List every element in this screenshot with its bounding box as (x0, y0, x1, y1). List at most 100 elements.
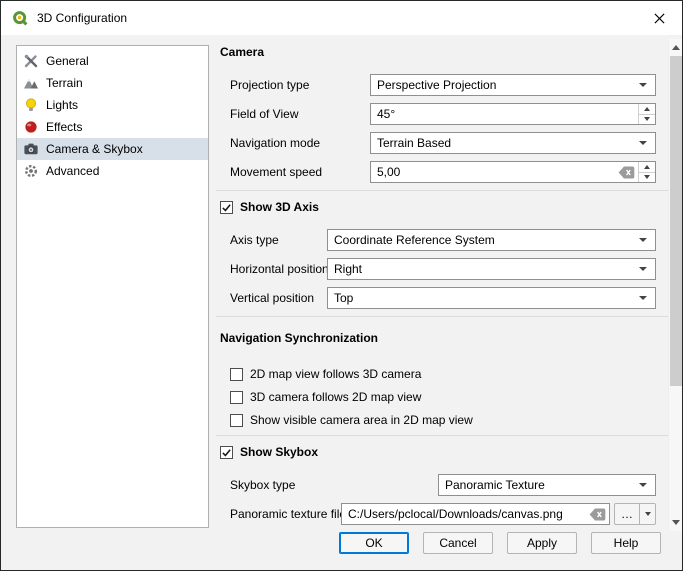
field-of-view-spinner[interactable]: 45° (370, 103, 656, 125)
close-icon (654, 13, 665, 24)
axis-type-select[interactable]: Coordinate Reference System (327, 229, 656, 251)
help-button[interactable]: Help (591, 532, 661, 554)
spin-up-button[interactable] (639, 162, 655, 173)
skybox-type-select[interactable]: Panoramic Texture (438, 474, 656, 496)
sync-3d-follows-2d-row: 3D camera follows 2D map view (230, 389, 656, 405)
arrow-up-icon (672, 45, 680, 50)
sync-3d-follows-2d-label[interactable]: 3D camera follows 2D map view (250, 390, 421, 404)
sidebar-item-label: Advanced (46, 164, 99, 178)
movement-speed-row: Movement speed 5,00 (230, 161, 656, 183)
camera-section-title: Camera (220, 45, 668, 60)
lightbulb-icon (23, 97, 39, 113)
spinner-buttons (638, 162, 655, 182)
axis-type-label: Axis type (230, 233, 327, 247)
window-title: 3D Configuration (37, 11, 127, 25)
camera-icon (23, 141, 39, 157)
projection-type-row: Projection type Perspective Projection (230, 74, 656, 96)
vertical-position-label: Vertical position (230, 291, 327, 305)
horizontal-position-value: Right (328, 262, 639, 276)
horizontal-position-row: Horizontal position Right (230, 258, 656, 280)
sidebar-item-lights[interactable]: Lights (17, 94, 208, 116)
arrow-up-icon (644, 107, 650, 111)
scrollbar-down-button[interactable] (669, 514, 683, 531)
movement-speed-spinner[interactable]: 5,00 (370, 161, 656, 183)
spinner-buttons (638, 104, 655, 124)
spin-down-button[interactable] (639, 173, 655, 183)
chevron-down-icon (645, 512, 651, 516)
field-of-view-label: Field of View (230, 107, 370, 121)
navigation-sync-title: Navigation Synchronization (220, 325, 668, 340)
sidebar-item-effects[interactable]: Effects (17, 116, 208, 138)
navigation-mode-select[interactable]: Terrain Based (370, 132, 656, 154)
projection-type-value: Perspective Projection (371, 78, 639, 92)
clear-icon[interactable] (589, 508, 606, 521)
close-button[interactable] (637, 1, 682, 35)
chevron-down-icon (639, 83, 647, 87)
panoramic-texture-label: Panoramic texture file (230, 507, 341, 521)
vertical-position-row: Vertical position Top (230, 287, 656, 309)
sidebar-item-terrain[interactable]: Terrain (17, 72, 208, 94)
sidebar-item-camera-skybox[interactable]: Camera & Skybox (17, 138, 208, 160)
navigation-sync-section: Navigation Synchronization 2D map view f… (216, 316, 668, 428)
show-camera-area-checkbox[interactable] (230, 414, 243, 427)
panoramic-texture-input[interactable]: C:/Users/pclocal/Downloads/canvas.png (341, 503, 610, 525)
dialog-button-box: OK Cancel Apply Help (1, 531, 682, 565)
sync-2d-follows-3d-checkbox[interactable] (230, 368, 243, 381)
chevron-down-icon (639, 238, 647, 242)
navigation-mode-value: Terrain Based (371, 136, 639, 150)
skybox-type-value: Panoramic Texture (439, 478, 639, 492)
sidebar-item-label: Camera & Skybox (46, 142, 143, 156)
sidebar-item-general[interactable]: General (17, 50, 208, 72)
spin-down-button[interactable] (639, 115, 655, 125)
effects-icon (23, 119, 39, 135)
panoramic-texture-value: C:/Users/pclocal/Downloads/canvas.png (342, 507, 589, 521)
sidebar-item-label: Lights (46, 98, 78, 112)
sidebar-item-label: Terrain (46, 76, 83, 90)
panel-scrollbar[interactable] (668, 39, 682, 531)
chevron-down-icon (639, 267, 647, 271)
projection-type-select[interactable]: Perspective Projection (370, 74, 656, 96)
show-3d-axis-title[interactable]: Show 3D Axis (240, 200, 319, 214)
show-3d-axis-section: Show 3D Axis Axis type Coordinate Refere… (216, 190, 668, 309)
file-browse-split-button: … (614, 503, 656, 525)
movement-speed-value: 5,00 (371, 165, 618, 179)
show-skybox-checkbox[interactable] (220, 446, 233, 459)
qgis-logo-icon (12, 10, 28, 26)
sync-2d-follows-3d-label[interactable]: 2D map view follows 3D camera (250, 367, 421, 381)
ok-button[interactable]: OK (339, 532, 409, 554)
sidebar-item-label: General (46, 54, 89, 68)
show-skybox-section: Show Skybox Skybox type Panoramic Textur… (216, 435, 668, 525)
arrow-down-icon (644, 117, 650, 121)
settings-category-list: General Terrain Lights Effects (16, 45, 209, 528)
sync-3d-follows-2d-checkbox[interactable] (230, 391, 243, 404)
movement-speed-label: Movement speed (230, 165, 370, 179)
vertical-position-select[interactable]: Top (327, 287, 656, 309)
field-of-view-value: 45° (371, 107, 638, 121)
gear-icon (23, 163, 39, 179)
apply-button[interactable]: Apply (507, 532, 577, 554)
show-skybox-title[interactable]: Show Skybox (240, 445, 318, 459)
navigation-mode-row: Navigation mode Terrain Based (230, 132, 656, 154)
terrain-icon (23, 75, 39, 91)
scrollbar-thumb[interactable] (670, 56, 682, 386)
dialog-3d-configuration: 3D Configuration General Terrain (0, 0, 683, 571)
titlebar: 3D Configuration (1, 1, 682, 35)
browse-button[interactable]: … (614, 503, 640, 525)
sidebar-item-label: Effects (46, 120, 82, 134)
clear-icon[interactable] (618, 166, 635, 179)
sidebar-item-advanced[interactable]: Advanced (17, 160, 208, 182)
show-camera-area-label[interactable]: Show visible camera area in 2D map view (250, 413, 473, 427)
chevron-down-icon (639, 296, 647, 300)
cancel-button[interactable]: Cancel (423, 532, 493, 554)
skybox-type-label: Skybox type (230, 478, 438, 492)
horizontal-position-select[interactable]: Right (327, 258, 656, 280)
show-3d-axis-checkbox[interactable] (220, 201, 233, 214)
spin-up-button[interactable] (639, 104, 655, 115)
scrollbar-up-button[interactable] (669, 39, 683, 56)
browse-dropdown-button[interactable] (640, 503, 656, 525)
camera-section: Camera Projection type Perspective Proje… (216, 45, 668, 183)
axis-type-row: Axis type Coordinate Reference System (230, 229, 656, 251)
settings-panel: Camera Projection type Perspective Proje… (216, 39, 668, 531)
projection-type-label: Projection type (230, 78, 370, 92)
show-3d-axis-header: Show 3D Axis (220, 199, 668, 215)
